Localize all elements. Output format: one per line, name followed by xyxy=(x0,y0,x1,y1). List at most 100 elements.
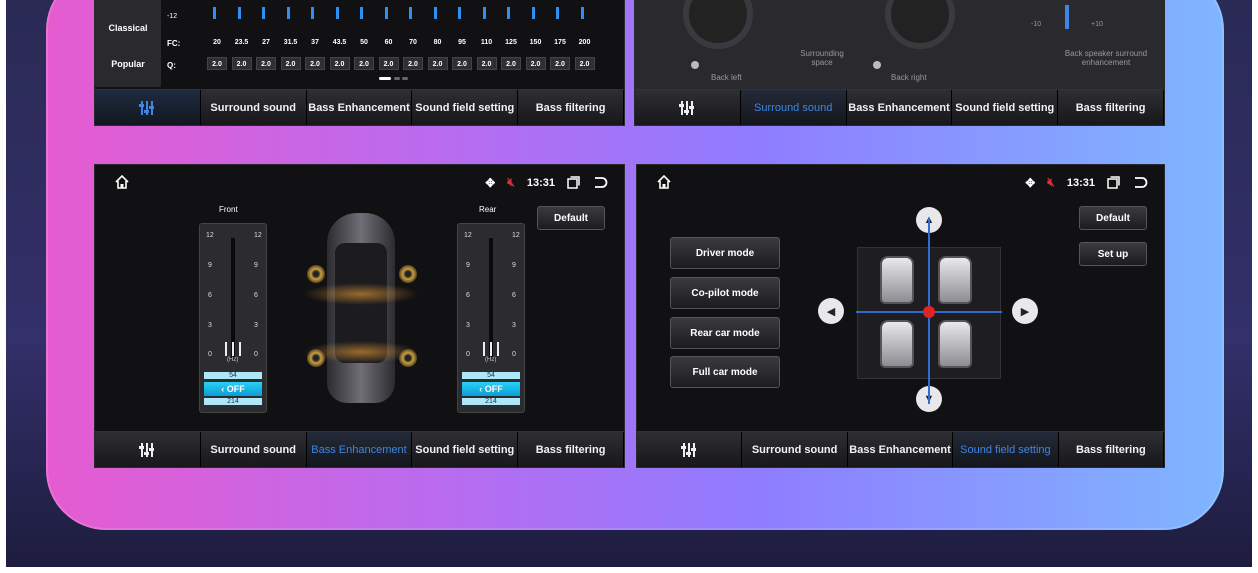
eq-band-bar[interactable] xyxy=(286,7,290,19)
back-icon[interactable] xyxy=(1132,176,1148,189)
rear-car-mode-button[interactable]: Rear car mode xyxy=(670,317,780,349)
fc-value: 125 xyxy=(505,39,517,46)
tab-bass-enhancement[interactable]: Bass Enhancement xyxy=(847,432,954,467)
plus-label: +10 xyxy=(1091,21,1103,28)
fc-value: 60 xyxy=(384,39,393,46)
q-value[interactable]: 2.0 xyxy=(403,57,423,70)
picker-below: 214 xyxy=(204,398,262,405)
clock: 13:31 xyxy=(526,176,555,189)
full-car-mode-button[interactable]: Full car mode xyxy=(670,356,780,388)
preset-popular[interactable]: Popular xyxy=(95,59,161,69)
focus-point[interactable] xyxy=(923,306,935,318)
arrow-right-button[interactable]: ▶ xyxy=(1012,298,1038,324)
tab-sound-field-setting[interactable]: Sound field setting xyxy=(412,432,519,467)
q-value[interactable]: 2.0 xyxy=(354,57,374,70)
tick-label: 6 xyxy=(208,292,212,299)
eq-band-bar[interactable] xyxy=(531,7,535,19)
tick-label: 6 xyxy=(512,292,516,299)
eq-band-sliders[interactable] xyxy=(211,7,611,21)
eq-band-bar[interactable] xyxy=(458,7,461,19)
tick-label: 12 xyxy=(464,232,472,239)
home-icon[interactable] xyxy=(115,175,129,189)
frequency-picker[interactable]: ‹ OFF xyxy=(462,382,520,396)
eq-band-bar[interactable] xyxy=(433,7,437,19)
setup-button[interactable]: Set up xyxy=(1079,242,1147,266)
tab-sound-field-setting[interactable]: Sound field setting xyxy=(952,90,1059,125)
tab-eq[interactable] xyxy=(95,432,201,467)
eq-band-bar[interactable] xyxy=(213,7,216,19)
tick-label: 9 xyxy=(208,262,212,269)
q-value[interactable]: 2.0 xyxy=(256,57,276,70)
tick-label: 0 xyxy=(254,351,258,358)
tab-sound-field-setting[interactable]: Sound field setting xyxy=(953,432,1059,467)
window-icon[interactable] xyxy=(1107,176,1120,189)
eq-panel: Classical Popular -12 FC: Q: 20 23.5 27 31.… xyxy=(94,0,625,126)
co-pilot-mode-button[interactable]: Co-pilot mode xyxy=(670,277,780,309)
tab-bass-enhancement[interactable]: Bass Enhancement xyxy=(306,432,413,467)
q-value[interactable]: 2.0 xyxy=(501,57,521,70)
eq-band-bar[interactable] xyxy=(507,7,510,19)
page-indicator xyxy=(379,77,409,80)
enhancement-slider[interactable] xyxy=(1065,5,1069,29)
eq-tab-bar: Surround sound Bass Enhancement Sound fi… xyxy=(95,89,624,125)
rear-bass-slider[interactable]: 12 12 9 9 6 6 3 3 0 0 (Hz) 54 ‹ OFF 214 xyxy=(457,223,525,413)
back-left-dial[interactable] xyxy=(683,0,753,49)
default-button[interactable]: Default xyxy=(1079,206,1147,230)
tab-eq[interactable] xyxy=(637,432,743,467)
eq-band-bar[interactable] xyxy=(335,7,339,19)
q-value[interactable]: 2.0 xyxy=(305,57,325,70)
tab-surround-sound[interactable]: Surround sound xyxy=(742,432,848,467)
eq-band-bar[interactable] xyxy=(556,7,559,19)
eq-band-bar[interactable] xyxy=(237,7,241,19)
back-right-dial[interactable] xyxy=(885,0,955,49)
tab-surround-sound[interactable]: Surround sound xyxy=(740,90,847,125)
arrow-left-button[interactable]: ◀ xyxy=(818,298,844,324)
status-bar: ✥ 🔇︎ 13:31 xyxy=(95,173,624,193)
eq-band-bar[interactable] xyxy=(262,7,265,19)
eq-band-bar[interactable] xyxy=(360,7,363,19)
tab-eq[interactable] xyxy=(635,90,741,125)
eq-band-bar[interactable] xyxy=(580,7,584,19)
slider-handle[interactable] xyxy=(225,342,241,356)
tab-surround-sound[interactable]: Surround sound xyxy=(200,432,307,467)
q-value-row: 2.0 2.0 2.0 2.0 2.0 2.0 2.0 2.0 2.0 2.0 2.0 2.0 2.0 2… xyxy=(207,57,617,71)
preset-classical[interactable]: Classical xyxy=(95,23,161,33)
eq-band-bar[interactable] xyxy=(409,7,412,19)
fc-value: 200 xyxy=(578,39,591,46)
slider-handle[interactable] xyxy=(483,342,499,356)
q-value[interactable]: 2.0 xyxy=(207,57,227,70)
q-value[interactable]: 2.0 xyxy=(427,57,448,70)
seat-grid[interactable] xyxy=(856,218,1002,404)
q-value[interactable]: 2.0 xyxy=(476,57,497,70)
q-value[interactable]: 2.0 xyxy=(329,57,350,70)
q-value[interactable]: 2.0 xyxy=(231,57,252,70)
back-icon[interactable] xyxy=(592,176,608,189)
tab-surround-sound[interactable]: Surround sound xyxy=(200,90,307,125)
tab-eq[interactable] xyxy=(95,90,201,125)
frequency-picker[interactable]: ‹ OFF xyxy=(204,382,262,396)
eq-band-bar[interactable] xyxy=(311,7,314,19)
back-left-dot xyxy=(691,61,699,69)
tab-bass-enhancement[interactable]: Bass Enhancement xyxy=(846,90,953,125)
front-bass-slider[interactable]: 12 12 9 9 6 6 3 3 0 0 (Hz) 54 ‹ OFF 214 xyxy=(199,223,267,413)
q-value[interactable]: 2.0 xyxy=(280,57,301,70)
tab-bass-filtering[interactable]: Bass filtering xyxy=(518,90,624,125)
q-value[interactable]: 2.0 xyxy=(378,57,399,70)
eq-band-bar[interactable] xyxy=(482,7,486,19)
default-button[interactable]: Default xyxy=(537,206,605,230)
tab-sound-field-setting[interactable]: Sound field setting xyxy=(412,90,519,125)
back-speaker-label: Back speaker surround enhancement xyxy=(1064,49,1148,67)
tab-bass-filtering[interactable]: Bass filtering xyxy=(1058,90,1164,125)
q-value[interactable]: 2.0 xyxy=(574,57,595,70)
tab-bass-filtering[interactable]: Bass filtering xyxy=(518,432,624,467)
driver-mode-button[interactable]: Driver mode xyxy=(670,237,780,269)
tick-label: 3 xyxy=(512,322,516,329)
q-value[interactable]: 2.0 xyxy=(452,57,472,70)
tab-bass-filtering[interactable]: Bass filtering xyxy=(1058,432,1164,467)
eq-band-bar[interactable] xyxy=(384,7,388,19)
home-icon[interactable] xyxy=(657,175,671,189)
window-icon[interactable] xyxy=(567,176,580,189)
tab-bass-enhancement[interactable]: Bass Enhancement xyxy=(306,90,413,125)
q-value[interactable]: 2.0 xyxy=(550,57,570,70)
q-value[interactable]: 2.0 xyxy=(525,57,546,70)
